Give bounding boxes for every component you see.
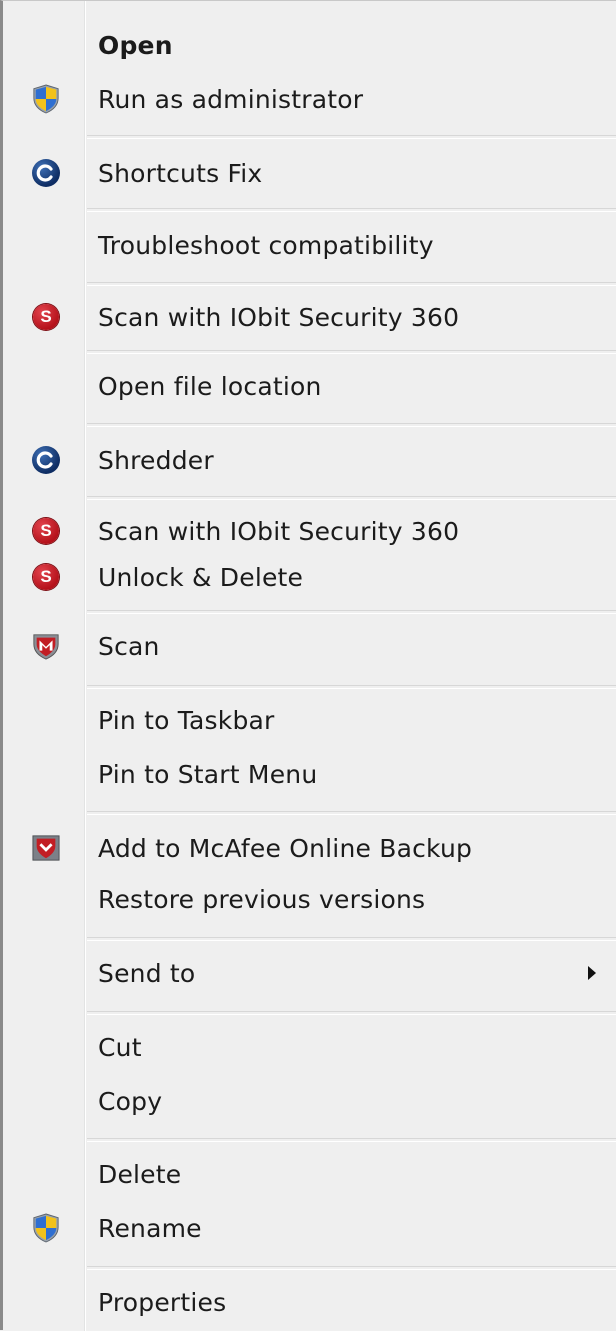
menu-item-label: Pin to Taskbar — [98, 705, 275, 735]
menu-item-label: Unlock & Delete — [98, 562, 304, 592]
menu-separator — [87, 1266, 616, 1270]
menu-item-label: Add to McAfee Online Backup — [98, 833, 473, 863]
submenu-arrow-icon — [588, 966, 596, 980]
iobit-security-icon: S — [32, 563, 60, 591]
menu-item-scan-iobit[interactable]: S Scan with IObit Security 360 — [6, 509, 616, 553]
menu-item-label: Pin to Start Menu — [98, 759, 318, 789]
menu-item-delete[interactable]: Delete — [6, 1152, 616, 1196]
menu-item-scan-mcafee[interactable]: Scan — [6, 624, 616, 668]
menu-separator — [87, 423, 616, 427]
menu-item-properties[interactable]: Properties — [6, 1280, 616, 1324]
advanced-systemcare-icon — [32, 159, 60, 187]
menu-item-label: Scan — [98, 631, 160, 661]
context-menu: Open Run as administrator Shortcuts Fix — [0, 0, 616, 1331]
menu-separator — [87, 685, 616, 689]
menu-separator — [87, 1138, 616, 1142]
menu-item-shredder[interactable]: Shredder — [6, 438, 616, 482]
menu-item-pin-to-start-menu[interactable]: Pin to Start Menu — [6, 752, 616, 796]
menu-item-label: Properties — [98, 1287, 227, 1317]
menu-item-label: Open file location — [98, 371, 322, 401]
menu-item-troubleshoot-compatibility[interactable]: Troubleshoot compatibility — [6, 223, 616, 267]
menu-item-label: Copy — [98, 1086, 163, 1116]
menu-separator — [87, 135, 616, 139]
menu-separator — [87, 282, 616, 286]
uac-shield-icon — [32, 1213, 60, 1243]
uac-shield-icon — [32, 84, 60, 114]
menu-item-rename[interactable]: Rename — [6, 1206, 616, 1250]
menu-item-scan-iobit[interactable]: S Scan with IObit Security 360 — [6, 295, 616, 339]
menu-separator — [87, 937, 616, 941]
menu-item-shortcuts-fix[interactable]: Shortcuts Fix — [6, 151, 616, 195]
menu-item-copy[interactable]: Copy — [6, 1079, 616, 1123]
advanced-systemcare-icon — [32, 446, 60, 474]
menu-item-label: Shortcuts Fix — [98, 158, 263, 188]
menu-item-label: Scan with IObit Security 360 — [98, 302, 460, 332]
menu-item-label: Send to — [98, 958, 196, 988]
menu-item-label: Scan with IObit Security 360 — [98, 516, 460, 546]
mcafee-shield-icon — [32, 632, 60, 660]
menu-separator — [87, 610, 616, 614]
menu-separator — [87, 350, 616, 354]
menu-item-label: Shredder — [98, 445, 214, 475]
menu-item-open[interactable]: Open — [6, 23, 616, 67]
menu-item-label: Rename — [98, 1213, 202, 1243]
iobit-security-icon: S — [32, 517, 60, 545]
menu-separator — [87, 496, 616, 500]
menu-item-send-to[interactable]: Send to — [6, 951, 616, 995]
menu-item-label: Restore previous versions — [98, 884, 426, 914]
menu-item-label: Run as administrator — [98, 84, 364, 114]
menu-item-label: Cut — [98, 1032, 142, 1062]
menu-separator — [87, 811, 616, 815]
menu-item-label: Open — [98, 30, 173, 60]
mcafee-backup-icon — [32, 834, 60, 862]
menu-item-label: Troubleshoot compatibility — [98, 230, 434, 260]
menu-item-open-file-location[interactable]: Open file location — [6, 364, 616, 408]
menu-item-add-to-mcafee-backup[interactable]: Add to McAfee Online Backup — [6, 826, 616, 870]
menu-item-run-as-administrator[interactable]: Run as administrator — [6, 77, 616, 121]
menu-item-restore-previous-versions[interactable]: Restore previous versions — [6, 877, 616, 921]
menu-item-unlock-delete[interactable]: S Unlock & Delete — [6, 555, 616, 599]
menu-item-pin-to-taskbar[interactable]: Pin to Taskbar — [6, 698, 616, 742]
iobit-security-icon: S — [32, 303, 60, 331]
menu-separator — [87, 208, 616, 212]
menu-item-label: Delete — [98, 1159, 182, 1189]
menu-item-cut[interactable]: Cut — [6, 1025, 616, 1069]
menu-separator — [87, 1011, 616, 1015]
